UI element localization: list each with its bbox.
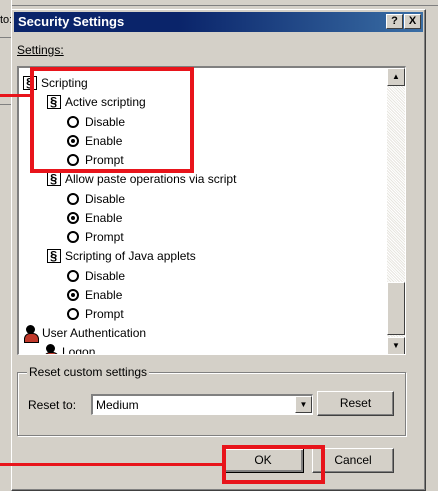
help-button[interactable]: ? <box>386 14 403 29</box>
scroll-thumb[interactable] <box>387 282 405 335</box>
highlight-box-scripting <box>30 67 194 173</box>
settings-label: Settings: <box>17 43 64 57</box>
settings-icon <box>47 169 61 188</box>
radio-allow-paste-disable[interactable]: Disable <box>67 190 125 209</box>
reset-to-value: Medium <box>96 398 139 412</box>
radio-button[interactable] <box>67 212 79 224</box>
callout-line-scripting <box>0 94 33 97</box>
vertical-scrollbar[interactable]: ▲ ▼ <box>387 68 405 354</box>
radio-label: Prompt <box>85 307 124 321</box>
radio-label: Enable <box>85 288 123 302</box>
tree-label: Scripting of Java applets <box>65 249 196 263</box>
user-icon <box>43 344 59 354</box>
radio-allow-paste-enable[interactable]: Enable <box>67 209 122 228</box>
chevron-down-icon[interactable]: ▼ <box>295 396 312 413</box>
tree-label: Logon <box>62 345 96 355</box>
radio-button[interactable] <box>67 193 79 205</box>
callout-line-ok <box>0 463 224 466</box>
tree-setting-java-applets[interactable]: Scripting of Java applets <box>47 246 196 266</box>
highlight-box-ok <box>222 445 325 484</box>
radio-allow-paste-prompt[interactable]: Prompt <box>67 228 124 247</box>
reset-to-dropdown[interactable]: Medium ▼ <box>91 394 313 415</box>
radio-button[interactable] <box>67 308 79 320</box>
radio-java-applets-enable[interactable]: Enable <box>67 286 122 305</box>
dialog-title: Security Settings <box>18 14 125 29</box>
radio-button[interactable] <box>67 231 79 243</box>
settings-icon <box>47 246 61 265</box>
tree-label: Allow paste operations via script <box>65 172 237 186</box>
radio-label: Disable <box>85 269 126 283</box>
radio-button[interactable] <box>67 289 79 301</box>
title-bar[interactable]: Security Settings ? X <box>14 12 423 32</box>
scroll-up-arrow-icon[interactable]: ▲ <box>387 68 405 86</box>
radio-label: Enable <box>85 211 123 225</box>
radio-label: Disable <box>85 192 126 206</box>
close-button[interactable]: X <box>404 14 421 29</box>
radio-label: Prompt <box>85 230 124 244</box>
tree-label: User Authentication <box>42 326 147 340</box>
reset-to-label: Reset to: <box>28 398 77 412</box>
reset-button[interactable]: Reset <box>317 391 394 416</box>
user-icon <box>23 325 39 343</box>
radio-java-applets-disable[interactable]: Disable <box>67 267 125 286</box>
group-title: Reset custom settings <box>27 365 150 379</box>
settings-label-text: Settings: <box>17 43 64 57</box>
radio-button[interactable] <box>67 270 79 282</box>
scroll-down-arrow-icon[interactable]: ▼ <box>387 337 405 354</box>
tree-setting-logon[interactable]: Logon <box>43 343 96 355</box>
tree-category-user-authentication[interactable]: User Authentication <box>23 324 146 343</box>
reset-custom-settings-group: Reset custom settings Reset to: Medium ▼… <box>17 365 406 436</box>
radio-java-applets-prompt[interactable]: Prompt <box>67 305 124 324</box>
background-top-edge <box>0 0 438 6</box>
